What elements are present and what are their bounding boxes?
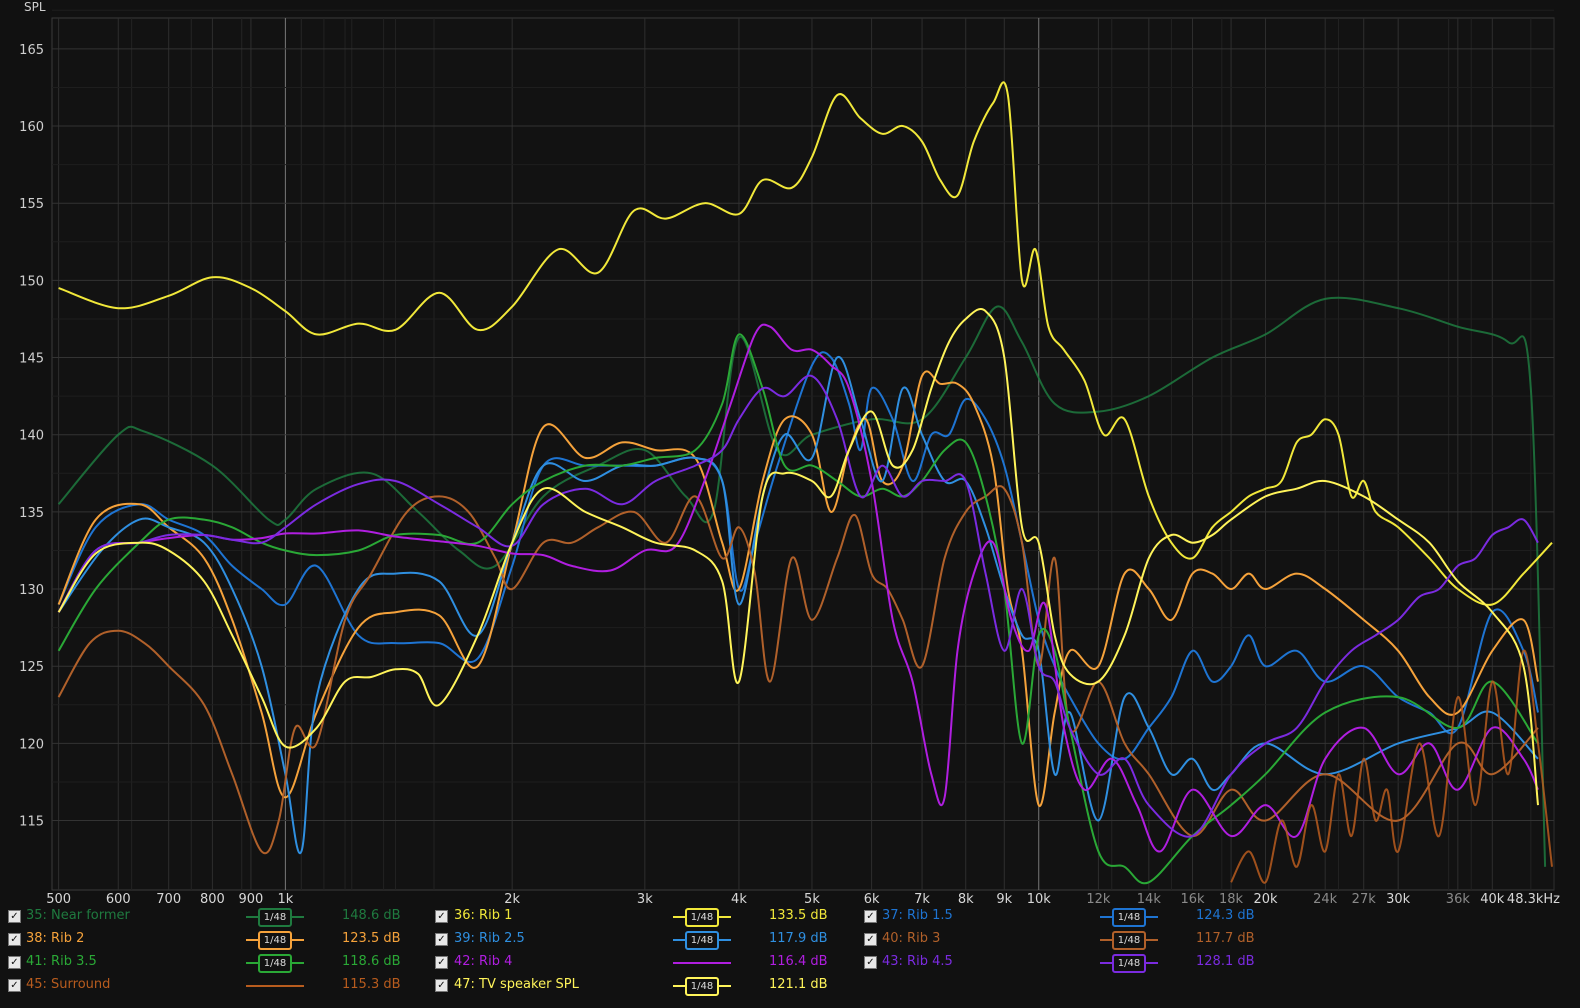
x-tick-label: 800	[200, 892, 225, 907]
plot-area	[51, 17, 1555, 891]
y-tick-label: 165	[19, 43, 44, 58]
smoothing-badge: 1/48	[685, 977, 719, 996]
legend-series-name: 47: TV speaker SPL	[454, 977, 579, 992]
x-tick-label: 12k	[1086, 892, 1111, 907]
y-tick-label: 150	[19, 274, 44, 289]
x-tick-label: 36k	[1446, 892, 1471, 907]
legend-item: ✓ 47: TV speaker SPL 1/48 121.1 dB	[0, 977, 1580, 1007]
y-tick-label: 145	[19, 352, 44, 367]
x-tick-label: 8k	[958, 892, 974, 907]
y-tick-label: 130	[19, 583, 44, 598]
y-axis-label: SPL	[24, 0, 46, 14]
x-tick-label: 4k	[731, 892, 747, 907]
legend-series-name: 40: Rib 3	[882, 931, 941, 946]
x-tick-label: 7k	[914, 892, 930, 907]
legend-value: 128.1 dB	[1196, 954, 1255, 969]
legend-checkbox[interactable]: ✓	[864, 933, 877, 946]
x-tick-label: 24k	[1313, 892, 1338, 907]
x-tick-label: 600	[106, 892, 131, 907]
x-tick-label: 900	[239, 892, 264, 907]
y-tick-label: 125	[19, 660, 44, 675]
x-tick-label: 18k	[1219, 892, 1244, 907]
legend-value: 121.1 dB	[769, 977, 828, 992]
legend-value: 117.7 dB	[1196, 931, 1255, 946]
frequency-response-chart: 115 120 125 130 135 140 145 150 155 160 165 500 600…	[0, 0, 1580, 910]
x-tick-label: 30k	[1386, 892, 1411, 907]
y-tick-label: 115	[19, 815, 44, 830]
y-tick-label: 155	[19, 197, 44, 212]
y-tick-label: 120	[19, 737, 44, 752]
smoothing-badge: 1/48	[1112, 931, 1146, 950]
x-tick-label: 48.3kHz	[1507, 892, 1560, 907]
legend-checkbox[interactable]: ✓	[864, 956, 877, 969]
x-tick-label: 20k	[1253, 892, 1278, 907]
x-tick-label: 5k	[804, 892, 820, 907]
x-tick-label: 14k	[1137, 892, 1162, 907]
x-tick-label: 27k	[1352, 892, 1377, 907]
x-tick-label: 16k	[1180, 892, 1205, 907]
y-tick-label: 135	[19, 506, 44, 521]
x-tick-label: 3k	[637, 892, 653, 907]
x-tick-label: 1k	[277, 892, 293, 907]
legend-checkbox[interactable]: ✓	[864, 910, 877, 923]
x-tick-label: 10k	[1027, 892, 1052, 907]
y-tick-label: 140	[19, 429, 44, 444]
legend: ✓ 35: Near former 1/48 148.6 dB ✓ 36: Rib 1 1/…	[0, 908, 1580, 1008]
x-tick-label: 700	[156, 892, 181, 907]
x-tick-label: 500	[46, 892, 71, 907]
y-tick-label: 160	[19, 120, 44, 135]
legend-series-name: 37: Rib 1.5	[882, 908, 953, 923]
legend-series-name: 43: Rib 4.5	[882, 954, 953, 969]
smoothing-badge: 1/48	[1112, 954, 1146, 973]
legend-value: 124.3 dB	[1196, 908, 1255, 923]
smoothing-badge: 1/48	[1112, 908, 1146, 927]
x-tick-label: 2k	[504, 892, 520, 907]
x-tick-label: 6k	[864, 892, 880, 907]
x-tick-label: 9k	[996, 892, 1012, 907]
x-tick-label: 40k	[1480, 892, 1505, 907]
legend-checkbox[interactable]: ✓	[435, 979, 448, 992]
